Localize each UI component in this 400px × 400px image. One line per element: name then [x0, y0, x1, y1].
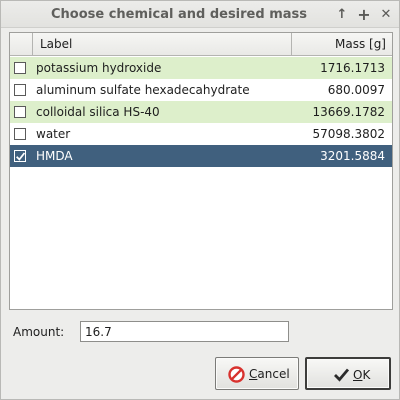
row-checkbox[interactable] — [14, 128, 26, 140]
row-label: HMDA — [36, 149, 73, 163]
row-mass: 57098.3802 — [312, 127, 385, 141]
cancel-button[interactable]: Cancel — [215, 357, 299, 390]
amount-label: Amount: — [13, 325, 65, 339]
row-label: water — [36, 127, 71, 141]
checkbox-tick-icon — [16, 152, 26, 161]
ok-button-label: OK — [353, 368, 371, 382]
label-column-header[interactable]: Label — [34, 33, 292, 55]
cancel-button-label: Cancel — [249, 367, 290, 381]
table-row[interactable]: water 57098.3802 — [10, 123, 392, 145]
window-title: Choose chemical and desired mass — [50, 7, 307, 22]
row-label: potassium hydroxide — [36, 61, 162, 75]
ok-button[interactable]: OK — [305, 357, 391, 390]
row-mass: 1716.1713 — [320, 61, 385, 75]
mass-column-header[interactable]: Mass [g] — [293, 33, 392, 55]
table-row[interactable]: colloidal silica HS-40 13669.1782 — [10, 101, 392, 123]
row-mass: 680.0097 — [327, 83, 385, 97]
row-label: colloidal silica HS-40 — [36, 105, 160, 119]
row-mass: 3201.5884 — [320, 149, 385, 163]
row-checkbox[interactable] — [14, 62, 26, 74]
row-checkbox-checked[interactable] — [14, 150, 26, 162]
chemical-table[interactable]: Label Mass [g] potassium hydroxide 1716.… — [9, 32, 393, 310]
row-label: aluminum sulfate hexadecahydrate — [36, 83, 250, 97]
table-row[interactable]: potassium hydroxide 1716.1713 — [10, 57, 392, 79]
checkmark-icon — [334, 368, 350, 382]
maximize-icon[interactable]: + — [355, 6, 373, 23]
table-row-selected[interactable]: HMDA 3201.5884 — [10, 145, 392, 167]
close-icon[interactable]: ✕ — [377, 6, 395, 23]
table-row[interactable]: aluminum sulfate hexadecahydrate 680.009… — [10, 79, 392, 101]
table-header: Label Mass [g] — [10, 33, 392, 56]
row-checkbox[interactable] — [14, 106, 26, 118]
dialog-window: Choose chemical and desired mass ↑ + ✕ L… — [0, 0, 400, 400]
cancel-icon — [228, 366, 245, 383]
checkbox-column-header[interactable] — [10, 33, 33, 55]
amount-input[interactable] — [80, 321, 289, 342]
row-mass: 13669.1782 — [312, 105, 385, 119]
up-arrow-icon[interactable]: ↑ — [333, 6, 351, 23]
row-checkbox[interactable] — [14, 84, 26, 96]
title-bar[interactable]: Choose chemical and desired mass ↑ + ✕ — [1, 1, 399, 28]
